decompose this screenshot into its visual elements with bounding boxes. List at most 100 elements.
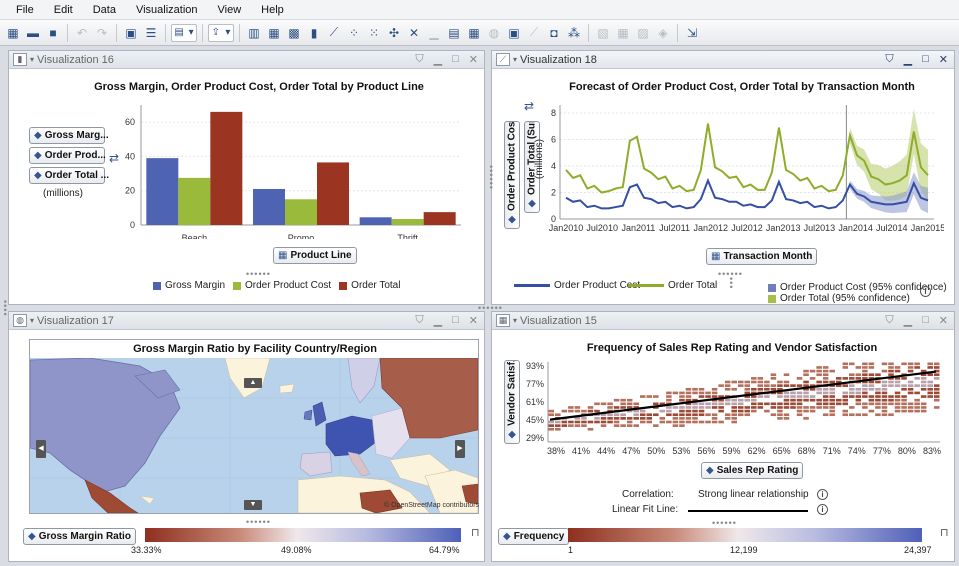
heat-cell: [933, 387, 940, 391]
box-plot-icon[interactable]: ▤: [445, 24, 463, 42]
panel-header[interactable]: ◍ ▾ Visualization 17 ⛉ ▁ □ ✕: [9, 312, 484, 330]
panel-header[interactable]: ▮ ▾ Visualization 16 ⛉ ▁ □ ✕: [9, 51, 484, 69]
chevron-down-icon[interactable]: ▾: [513, 316, 517, 325]
word-cloud-icon[interactable]: ⁂: [565, 24, 583, 42]
splitter-grip[interactable]: ••••••: [712, 518, 737, 528]
geo-map-icon[interactable]: ◍: [485, 24, 503, 42]
chevron-down-icon[interactable]: ▾: [30, 55, 34, 64]
filter-icon[interactable]: ⛉: [415, 53, 423, 66]
auto-chart-icon[interactable]: ▥: [245, 24, 263, 42]
undo-icon[interactable]: ↶: [73, 24, 91, 42]
new-exploration-icon[interactable]: ▦: [4, 24, 22, 42]
treemap-icon[interactable]: ▣: [505, 24, 523, 42]
heat-cell: [783, 402, 790, 406]
horizontal-splitter-grip[interactable]: ••••••: [478, 303, 503, 313]
left-edge-grip[interactable]: ••••: [0, 300, 10, 317]
rank-icon[interactable]: ◈: [654, 24, 672, 42]
grid-icon[interactable]: ▦: [614, 24, 632, 42]
minimize-icon[interactable]: ▁: [904, 314, 912, 327]
legend-grip[interactable]: •••: [726, 277, 736, 289]
color-role-button-frequency[interactable]: ◆ Frequency: [498, 528, 570, 545]
role-button-gross-margin[interactable]: ◆ Gross Marg...: [29, 127, 109, 144]
bar-chart-icon[interactable]: ▮: [13, 53, 27, 66]
heat-cell: [679, 424, 685, 427]
info-icon[interactable]: i: [920, 286, 931, 297]
maximize-icon[interactable]: □: [452, 314, 459, 327]
menu-file[interactable]: File: [6, 4, 44, 16]
bar-chart-icon[interactable]: ▮: [305, 24, 323, 42]
close-icon[interactable]: ✕: [939, 314, 948, 327]
axis-swap-icon[interactable]: ⇄: [524, 99, 534, 113]
network-icon[interactable]: ✣: [385, 24, 403, 42]
pan-up-button[interactable]: ▲: [244, 378, 262, 388]
bubble-plot-icon[interactable]: ⁙: [365, 24, 383, 42]
bar: [359, 217, 392, 225]
export-dropdown[interactable]: ⇪ ▾: [208, 23, 234, 42]
lock-icon[interactable]: ⊓: [471, 526, 480, 539]
filter-icon[interactable]: ⛉: [885, 53, 893, 66]
panel-header[interactable]: ▦ ▾ Visualization 15 ⛉ ▁ □ ✕: [492, 312, 954, 330]
x-role-button-sales-rep-rating[interactable]: ◆ Sales Rep Rating: [701, 462, 804, 479]
heat-cell: [594, 420, 600, 424]
line-chart-icon[interactable]: ⟋: [496, 53, 510, 66]
menu-help[interactable]: Help: [251, 4, 294, 16]
menu-visualization[interactable]: Visualization: [126, 4, 208, 16]
minimize-icon[interactable]: ▁: [434, 314, 442, 327]
maximize-icon[interactable]: □: [922, 53, 929, 66]
close-icon[interactable]: ✕: [469, 53, 478, 66]
line-chart-icon[interactable]: ⟋: [325, 24, 343, 42]
data-pane-icon[interactable]: ▣: [122, 24, 140, 42]
heat-cell: [894, 395, 901, 398]
close-icon[interactable]: ✕: [469, 314, 478, 327]
filter-icon[interactable]: ▨: [634, 24, 652, 42]
pan-left-button[interactable]: ◀: [36, 440, 46, 458]
panel-header[interactable]: ⟋ ▾ Visualization 18 ⛉ ▁ □ ✕: [492, 51, 954, 69]
menu-data[interactable]: Data: [83, 4, 126, 16]
correlation-matrix-icon[interactable]: ⟋: [525, 24, 543, 42]
vertical-splitter-grip[interactable]: ••••••: [486, 165, 496, 190]
chevron-down-icon[interactable]: ▾: [30, 316, 34, 325]
lock-icon[interactable]: ⊓: [940, 526, 949, 539]
maximize-icon[interactable]: □: [922, 314, 929, 327]
y-role-button-vendor-satisfaction[interactable]: ◆ Vendor Satisf...: [504, 360, 520, 444]
heat-map-icon[interactable]: ▦: [465, 24, 483, 42]
scatter-plot-icon[interactable]: ⁘: [345, 24, 363, 42]
close-icon[interactable]: ✕: [939, 53, 948, 66]
heat-cell: [705, 402, 711, 406]
geo-map-icon[interactable]: ◍: [13, 314, 27, 327]
heat-cell: [744, 409, 751, 413]
forecast-icon[interactable]: ▧: [594, 24, 612, 42]
info-icon[interactable]: i: [817, 504, 828, 515]
info-icon[interactable]: i: [817, 489, 828, 500]
role-button-order-product-cost[interactable]: ◆ Order Prod...: [29, 147, 106, 164]
save-icon[interactable]: ■: [44, 24, 62, 42]
chevron-down-icon[interactable]: ▾: [513, 55, 517, 64]
maximize-icon[interactable]: □: [452, 53, 459, 66]
pan-right-button[interactable]: ▶: [455, 440, 465, 458]
filter-icon[interactable]: ⛉: [885, 314, 893, 327]
splitter-grip[interactable]: ••••••: [246, 269, 271, 279]
x-role-button-transaction-month[interactable]: ▦ Transaction Month: [706, 248, 818, 265]
x-role-button-product-line[interactable]: ▦ Product Line: [273, 247, 357, 264]
decision-tree-icon[interactable]: ◘: [545, 24, 563, 42]
minimize-icon[interactable]: ▁: [434, 53, 442, 66]
y-role-button-order-product-cost[interactable]: ◆ Order Product Cost (S...: [504, 121, 520, 229]
role-button-order-total[interactable]: ◆ Order Total ...: [29, 167, 109, 184]
crosstab-icon[interactable]: ▩: [285, 24, 303, 42]
pan-down-button[interactable]: ▼: [244, 500, 262, 510]
menu-view[interactable]: View: [208, 4, 252, 16]
share-icon[interactable]: ⇲: [683, 24, 701, 42]
color-role-button-gross-margin-ratio[interactable]: ◆ Gross Margin Ratio: [23, 528, 136, 545]
heat-map-icon[interactable]: ▦: [496, 314, 510, 327]
splitter-grip[interactable]: ••••••: [246, 517, 271, 527]
open-icon[interactable]: ▬: [24, 24, 42, 42]
properties-pane-icon[interactable]: ☰: [142, 24, 160, 42]
minimize-icon[interactable]: ▁: [904, 53, 912, 66]
histogram-icon[interactable]: ▁: [425, 24, 443, 42]
table-icon[interactable]: ▦: [265, 24, 283, 42]
layout-dropdown[interactable]: ▤ ▾: [171, 23, 197, 42]
filter-icon[interactable]: ⛉: [415, 314, 423, 327]
menu-edit[interactable]: Edit: [44, 4, 83, 16]
path-icon[interactable]: ✕: [405, 24, 423, 42]
redo-icon[interactable]: ↷: [93, 24, 111, 42]
